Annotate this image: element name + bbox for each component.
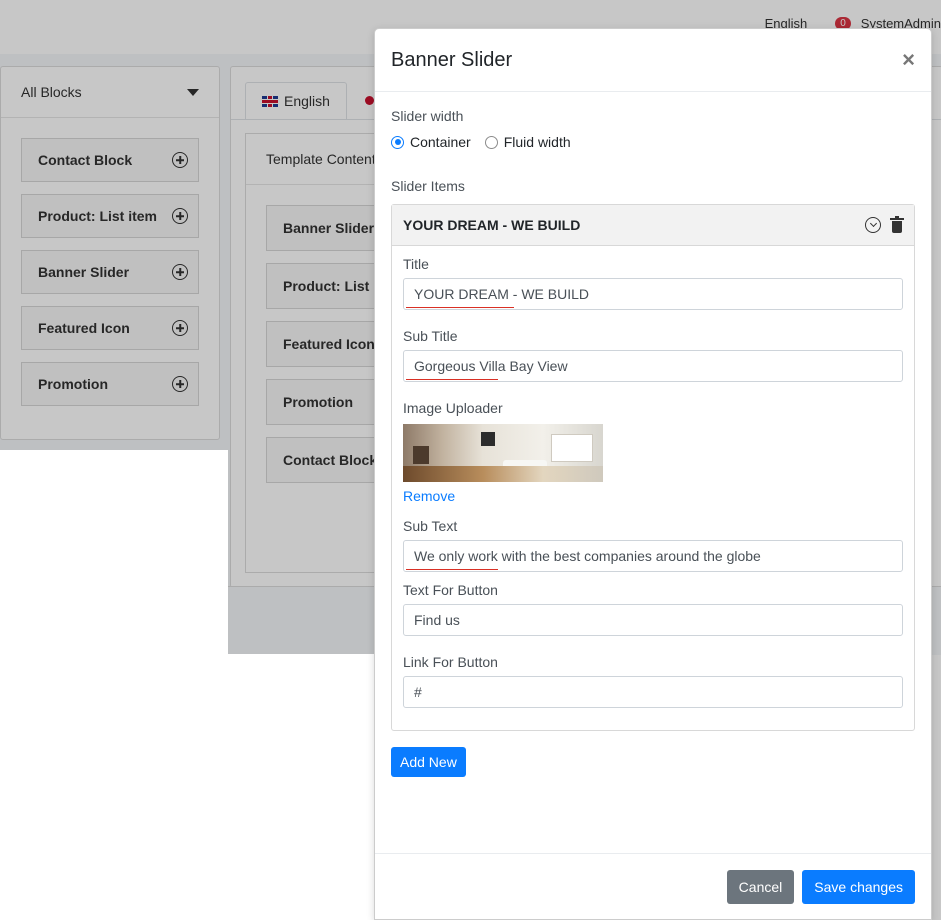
blank-region xyxy=(228,654,378,920)
title-label: Title xyxy=(403,256,429,272)
subtext-field-group: Sub Text We only work with the best comp… xyxy=(403,518,903,572)
subtitle-input-value: Gorgeous Villa Bay View xyxy=(414,358,568,374)
button-text-label: Text For Button xyxy=(403,582,498,598)
slider-item-card: YOUR DREAM - WE BUILD Title YOUR DREAM -… xyxy=(391,204,915,731)
modal-body: Slider width Container Fluid width Slide… xyxy=(375,92,931,777)
remove-image-link[interactable]: Remove xyxy=(403,488,455,504)
subtitle-label: Sub Title xyxy=(403,328,458,344)
link-label: Link For Button xyxy=(403,654,498,670)
banner-slider-modal: Banner Slider × Slider width Container F… xyxy=(374,28,932,920)
radio-container[interactable] xyxy=(391,135,404,149)
radio-container-label[interactable]: Container xyxy=(410,134,471,150)
radio-fluid-width[interactable] xyxy=(484,135,498,149)
slider-item-header[interactable]: YOUR DREAM - WE BUILD xyxy=(392,205,914,246)
button-text-input-value: Find us xyxy=(414,612,460,628)
title-field-group: Title YOUR DREAM - WE BUILD xyxy=(403,256,903,310)
add-new-button[interactable]: Add New xyxy=(391,747,466,777)
slider-item-body: Title YOUR DREAM - WE BUILD Sub Title Go… xyxy=(392,246,914,730)
blank-region xyxy=(0,450,228,920)
title-input[interactable]: YOUR DREAM - WE BUILD xyxy=(403,278,903,310)
spellcheck-underline xyxy=(406,568,498,570)
subtext-input[interactable]: We only work with the best companies aro… xyxy=(403,540,903,572)
slider-item-actions xyxy=(865,215,904,233)
cancel-button[interactable]: Cancel xyxy=(726,869,795,904)
title-input-value: YOUR DREAM - WE BUILD xyxy=(414,286,590,302)
close-icon[interactable]: × xyxy=(902,49,915,71)
subtitle-input[interactable]: Gorgeous Villa Bay View xyxy=(403,350,903,382)
modal-header: Banner Slider × xyxy=(375,29,931,92)
subtext-input-value: We only work with the best companies aro… xyxy=(414,548,761,564)
link-field-group: Link For Button # xyxy=(403,654,903,708)
modal-title: Banner Slider xyxy=(391,48,513,71)
spellcheck-underline xyxy=(406,378,498,380)
save-changes-button[interactable]: Save changes xyxy=(802,869,915,904)
slider-item-title: YOUR DREAM - WE BUILD xyxy=(403,217,581,233)
trash-icon[interactable] xyxy=(890,215,904,233)
uploaded-image-thumbnail[interactable] xyxy=(403,424,603,482)
modal-footer: Cancel Save changes xyxy=(375,853,931,919)
collapse-chevron-icon[interactable] xyxy=(865,217,881,233)
button-text-input[interactable]: Find us xyxy=(403,604,903,636)
link-input-value: # xyxy=(414,684,422,700)
button-text-field-group: Text For Button Find us xyxy=(403,582,903,636)
link-input[interactable]: # xyxy=(403,676,903,708)
slider-width-label: Slider width xyxy=(391,108,464,124)
subtext-label: Sub Text xyxy=(403,518,458,534)
subtitle-field-group: Sub Title Gorgeous Villa Bay View xyxy=(403,328,903,382)
image-uploader-group: Image Uploader Remove xyxy=(403,400,903,504)
spellcheck-underline xyxy=(406,306,514,308)
slider-width-options: Container Fluid width xyxy=(391,134,915,150)
image-uploader-label: Image Uploader xyxy=(403,400,503,416)
slider-items-label: Slider Items xyxy=(391,178,465,194)
radio-fluid-width-label[interactable]: Fluid width xyxy=(504,134,571,150)
